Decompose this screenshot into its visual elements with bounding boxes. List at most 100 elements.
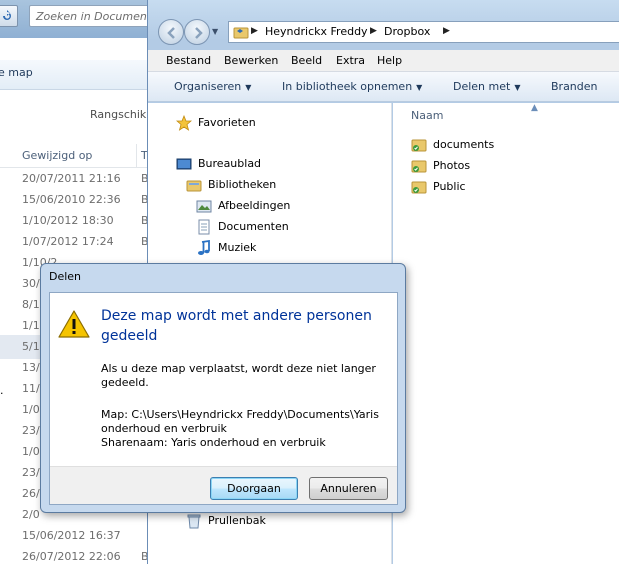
breadcrumb-separator[interactable]: ▶	[443, 26, 450, 36]
file-name: Photos	[433, 159, 471, 172]
menu-file[interactable]: Bestand	[166, 54, 211, 67]
include-in-library-label: In bibliotheek opnemen	[282, 80, 413, 93]
file-row[interactable]: 1/0	[22, 445, 40, 466]
share-with-label: Delen met	[453, 80, 511, 93]
file-row[interactable]: 26/07/2012 22:06 B	[22, 550, 149, 564]
nav-libraries-label: Bibliotheken	[208, 178, 277, 191]
file-row[interactable]: 23/	[22, 424, 40, 445]
dialog-footer: Doorgaan Annuleren	[50, 466, 397, 504]
nav-recycle-bin-label: Prullenbak	[208, 514, 266, 527]
modified-date: 30/	[22, 277, 40, 290]
recycle-bin-icon	[187, 514, 201, 529]
modified-date: 8/1	[22, 298, 40, 311]
dialog-content: Deze map wordt met andere personen gedee…	[49, 292, 398, 505]
chevron-down-icon: ▼	[416, 83, 423, 92]
breadcrumb-separator[interactable]: ▶	[251, 26, 258, 36]
map-path-text: Map: C:\Users\Heyndrickx Freddy\Document…	[101, 408, 379, 435]
modified-date: 1/07/2012 17:24	[22, 235, 114, 248]
file-row[interactable]: 15/06/2012 16:37	[22, 529, 121, 550]
include-in-library-button[interactable]: In bibliotheek opnemen ▼	[282, 80, 422, 93]
search-input[interactable]: Zoeken in Documenten	[29, 5, 160, 27]
file-row[interactable]: 1/10/2012 18:30 B	[22, 214, 149, 235]
dialog-details: Map: C:\Users\Heyndrickx Freddy\Document…	[101, 408, 391, 450]
dialog-title: Delen	[49, 270, 82, 283]
forward-button[interactable]	[184, 19, 210, 45]
stray-mark: .	[0, 384, 4, 397]
breadcrumb-dropbox[interactable]: Dropbox	[384, 25, 430, 38]
cancel-button[interactable]: Annuleren	[309, 477, 388, 500]
modified-date: 26/07/2012 22:06	[22, 550, 121, 563]
menu-edit[interactable]: Bewerken	[224, 54, 278, 67]
file-row[interactable]: 1/1	[22, 319, 40, 340]
arrange-by-label[interactable]: Rangschikk	[90, 108, 153, 121]
shared-folder-icon	[411, 160, 427, 173]
command-bar: Organiseren ▼ In bibliotheek opnemen ▼ Del…	[148, 72, 619, 102]
file-row[interactable]: 26/	[22, 487, 40, 508]
menu-view[interactable]: Beeld	[291, 54, 322, 67]
file-row[interactable]: 1/0	[22, 403, 40, 424]
menu-tools[interactable]: Extra	[336, 54, 365, 67]
shared-folder-icon	[411, 139, 427, 152]
file-pane: ▲ Naam documents Photos Public	[393, 103, 619, 564]
modified-date: 15/06/2010 22:36	[22, 193, 121, 206]
dialog-message: Als u deze map verplaatst, wordt deze ni…	[101, 362, 376, 389]
refresh-button[interactable]	[0, 5, 18, 27]
back-arrow-icon	[167, 27, 175, 39]
nav-desktop-label: Bureaublad	[198, 157, 262, 170]
file-row[interactable]: 30/	[22, 277, 40, 298]
documents-icon	[198, 219, 210, 235]
modified-date: 23/	[22, 466, 40, 479]
burn-button[interactable]: Branden	[551, 80, 598, 93]
shared-folder-icon	[411, 181, 427, 194]
column-separator	[136, 144, 137, 168]
breadcrumb-user[interactable]: Heyndrickx Freddy	[265, 25, 368, 38]
back-button[interactable]	[158, 19, 184, 45]
modified-date: 15/06/2012 16:37	[22, 529, 121, 542]
modified-date: 2/0	[22, 508, 40, 521]
file-row[interactable]: 2/0	[22, 508, 40, 529]
modified-date: 1/1	[22, 319, 40, 332]
chevron-down-icon: ▼	[514, 83, 521, 92]
column-name[interactable]: Naam	[411, 109, 443, 122]
file-row[interactable]: 20/07/2011 21:16 B	[22, 172, 149, 193]
file-row[interactable]: 8/1	[22, 298, 40, 319]
file-row[interactable]: 1/07/2012 17:24 B	[22, 235, 149, 256]
menu-help[interactable]: Help	[377, 54, 402, 67]
file-row[interactable]: 15/06/2010 22:36 B	[22, 193, 149, 214]
continue-button[interactable]: Doorgaan	[210, 477, 298, 500]
file-row[interactable]: 23/	[22, 466, 40, 487]
library-icon	[186, 180, 202, 192]
modified-date: 5/1	[22, 340, 40, 353]
dropbox-folder-icon	[233, 27, 249, 39]
chevron-down-icon: ▼	[245, 83, 252, 92]
modified-date: 13/	[22, 361, 40, 374]
modified-date: 1/0	[22, 403, 40, 416]
nav-favorites-label: Favorieten	[198, 116, 256, 129]
file-row[interactable]: 13/	[22, 361, 40, 382]
dialog-heading: Deze map wordt met andere personen gedee…	[101, 308, 372, 344]
menu-bar: Bestand Bewerken Beeld Extra Help	[148, 50, 619, 72]
sort-arrow-icon: ▲	[531, 103, 538, 113]
file-name: Public	[433, 180, 466, 193]
refresh-icon	[3, 10, 11, 20]
forward-arrow-icon	[195, 27, 203, 39]
file-row[interactable]: 5/1	[22, 340, 40, 361]
share-name-text: Sharenaam: Yaris onderhoud en verbruik	[101, 436, 326, 449]
address-bar[interactable]: ▶ Heyndrickx Freddy ▶ Dropbox ▶	[228, 21, 619, 43]
desktop-icon	[176, 158, 192, 170]
nav-documents-label: Documenten	[218, 220, 289, 233]
share-with-button[interactable]: Delen met ▼	[453, 80, 520, 93]
warning-icon	[58, 310, 90, 338]
pictures-icon	[196, 200, 212, 213]
organize-button[interactable]: Organiseren ▼	[174, 80, 251, 93]
modified-date: 1/0	[22, 445, 40, 458]
organize-label: Organiseren	[174, 80, 242, 93]
library-title: e map	[0, 66, 33, 79]
modified-date: 11/	[22, 382, 40, 395]
column-modified[interactable]: Gewijzigd op	[22, 149, 92, 162]
recent-pages-dropdown[interactable]: ▼	[212, 27, 218, 36]
music-icon	[198, 240, 210, 255]
file-row[interactable]: 11/	[22, 382, 40, 403]
breadcrumb-separator[interactable]: ▶	[370, 26, 377, 36]
nav-music-label: Muziek	[218, 241, 257, 254]
